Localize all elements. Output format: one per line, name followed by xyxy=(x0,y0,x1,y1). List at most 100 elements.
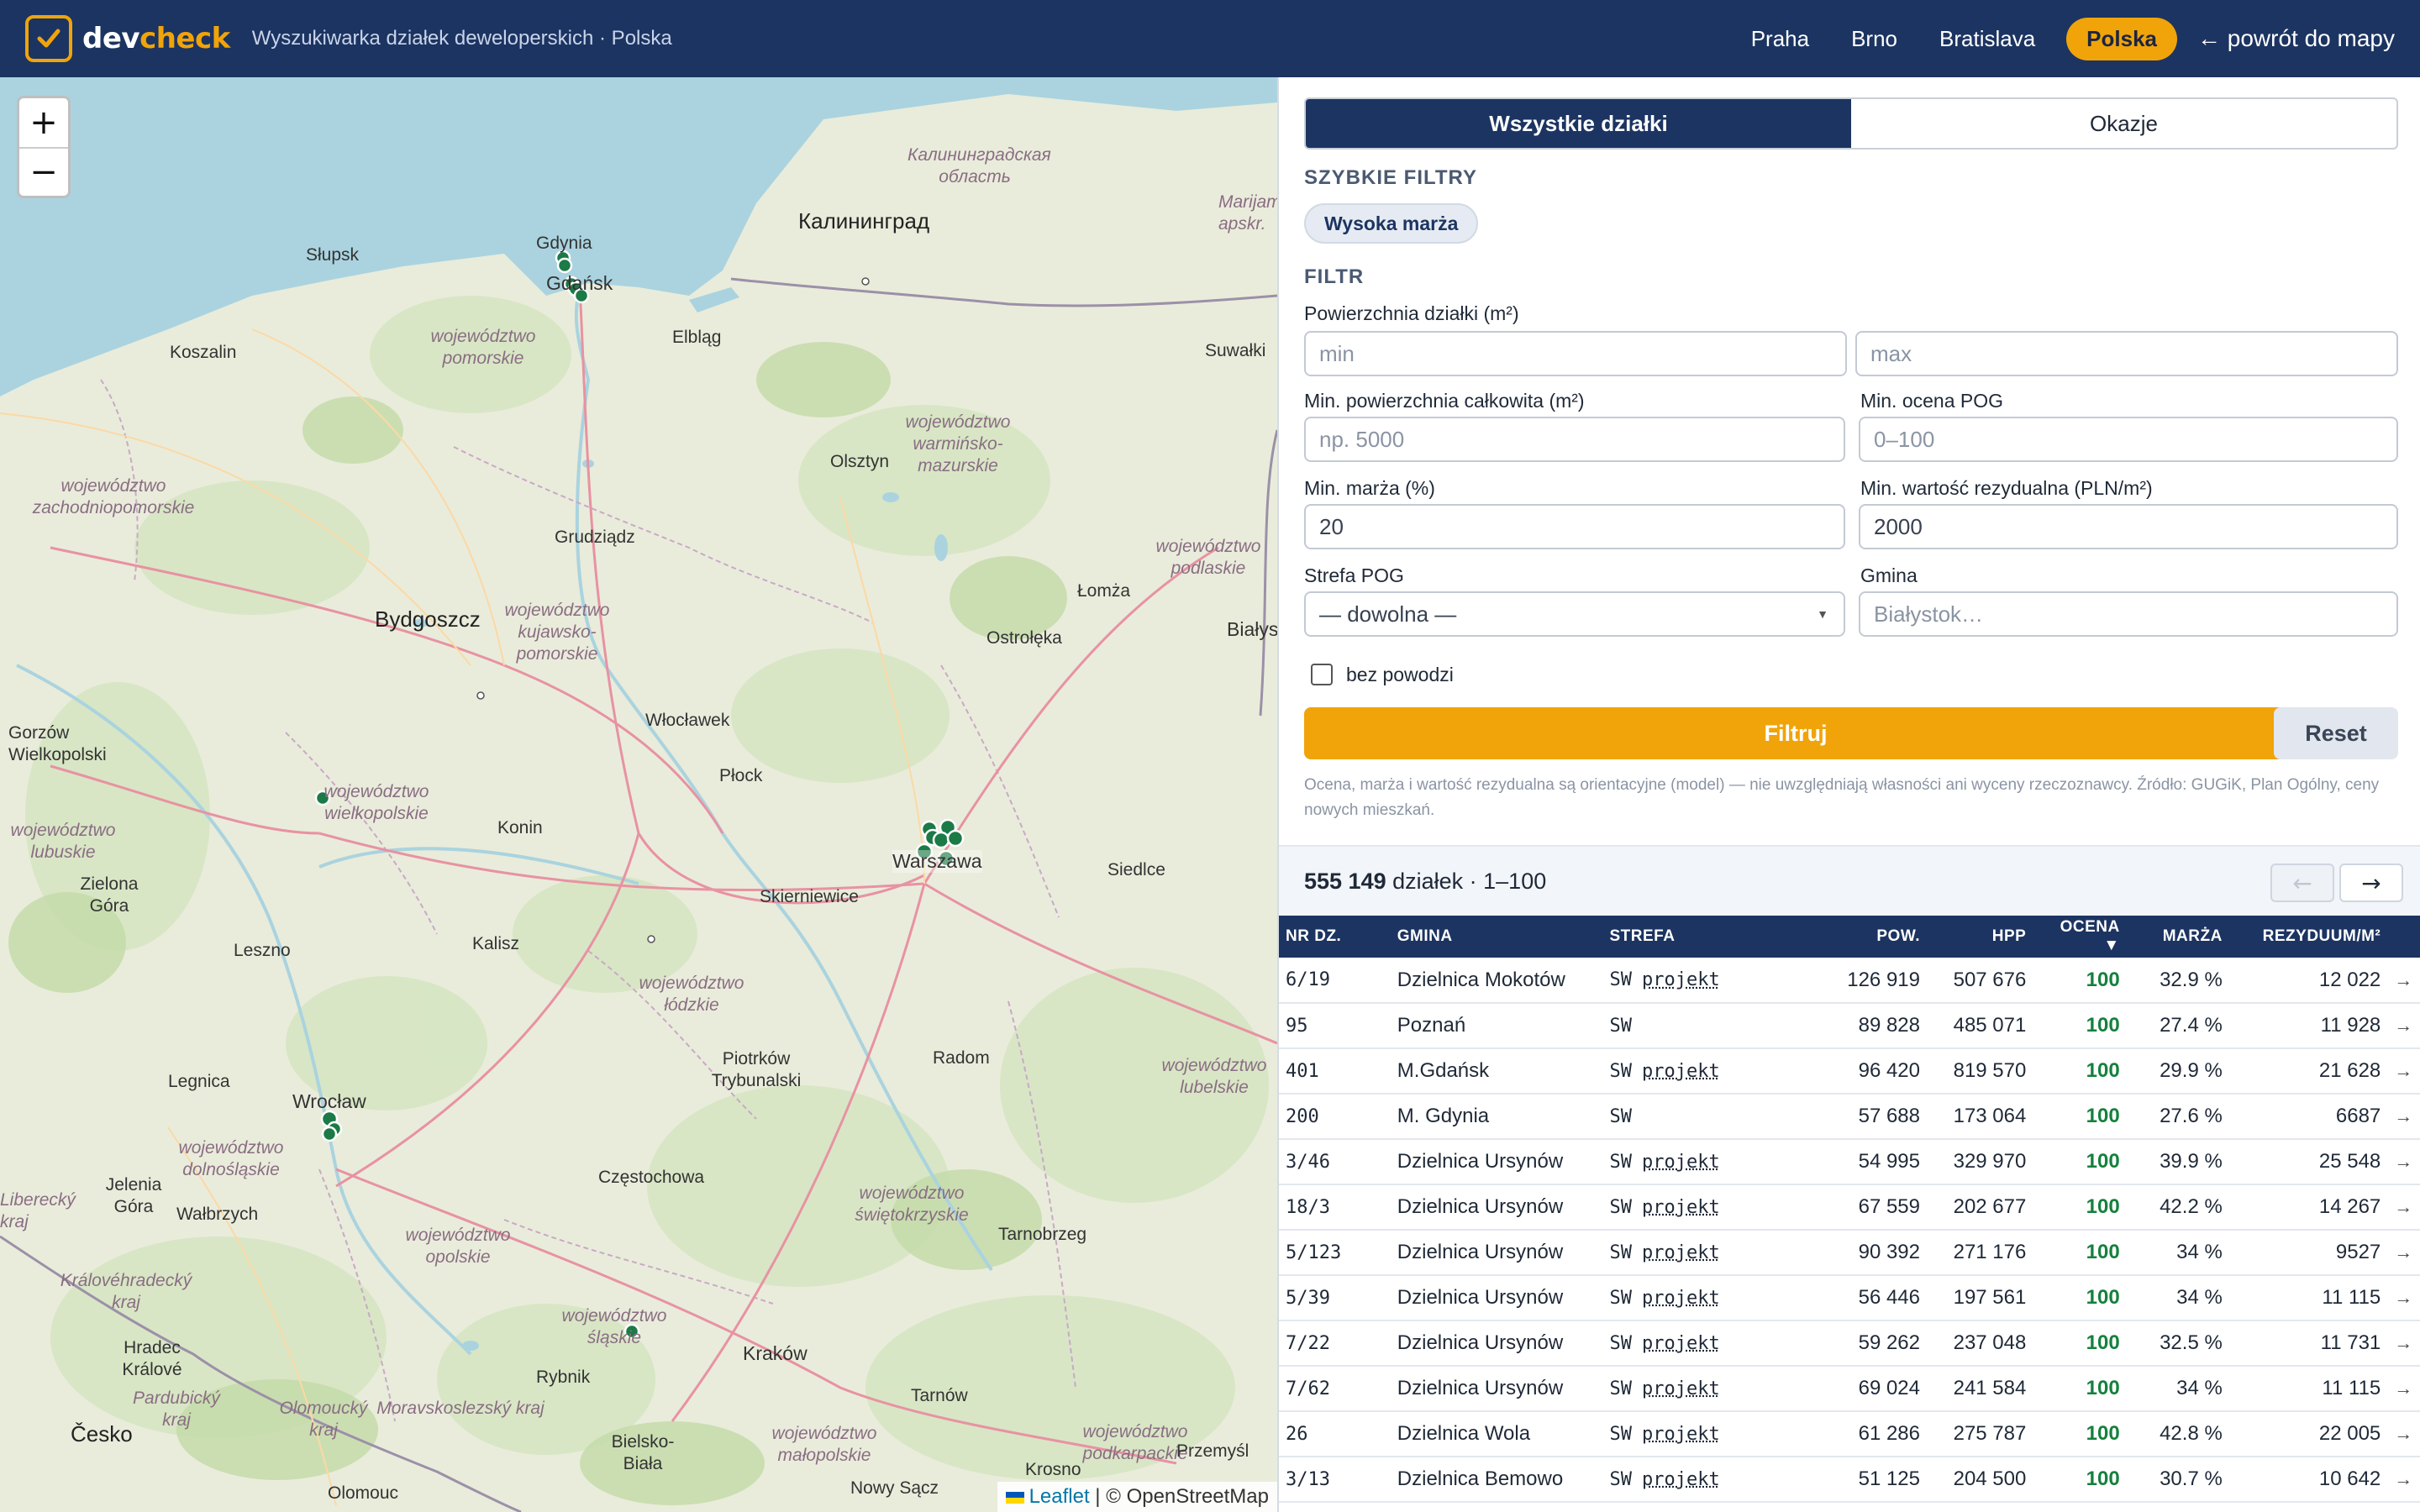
zoom-out-button[interactable]: − xyxy=(19,147,68,196)
map-label: Jelenia Góra xyxy=(105,1175,162,1216)
row-arrow-icon[interactable]: → xyxy=(2387,1457,2420,1502)
row-arrow-icon[interactable]: → xyxy=(2387,1003,2420,1048)
col-header-rezyduum[interactable]: REZYDUUM/M² xyxy=(2229,916,2387,958)
map-label: Pardubický kraj xyxy=(133,1389,220,1430)
map-label: Wrocław xyxy=(292,1090,366,1112)
table-row[interactable]: 7/62 Dzielnica Ursynów SW projekt 69 024 241 … xyxy=(1279,1366,2420,1411)
table-row[interactable]: 6/19 Dzielnica Mokotów SW projekt 126 919 507… xyxy=(1279,958,2420,1003)
col-header-ocena[interactable]: OCENA ▼ xyxy=(2033,916,2126,958)
cell-rezyduum: 11 928 xyxy=(2320,1014,2381,1037)
zone-code: SW xyxy=(1609,1060,1633,1082)
logo-dev: dev xyxy=(82,22,140,55)
cell-strefa: SW projekt xyxy=(1603,1457,1783,1502)
nav-brno[interactable]: Brno xyxy=(1851,26,1897,52)
nav-polska[interactable]: Polska xyxy=(2066,17,2177,60)
row-arrow-icon[interactable]: → xyxy=(2387,1048,2420,1094)
cell-nr: 95 xyxy=(1286,1015,1308,1037)
row-arrow-icon[interactable]: → xyxy=(2387,1320,2420,1366)
tab-deals[interactable]: Okazje xyxy=(1851,99,2396,148)
results-table: NR DZ. GMINA STREFA POW. HPP OCENA ▼ MAR… xyxy=(1279,916,2420,1503)
cell-marza: 27.6 % xyxy=(2160,1105,2223,1127)
table-row[interactable]: 26 Dzielnica Wola SW projekt 61 286 275 787 10… xyxy=(1279,1411,2420,1457)
cell-rezyduum: 11 115 xyxy=(2322,1286,2381,1309)
area-min-input[interactable]: min xyxy=(1304,331,1847,376)
row-arrow-icon[interactable]: → xyxy=(2387,1230,2420,1275)
prev-page-button[interactable]: ← xyxy=(2270,864,2334,902)
reset-button[interactable]: Reset xyxy=(2274,707,2398,759)
residual-label: Min. wartość rezydualna (PLN/m²) xyxy=(1860,477,2153,499)
map-label: Kraków xyxy=(743,1342,808,1364)
total-area-input[interactable]: np. 5000 xyxy=(1304,417,1845,462)
panel-tabs: Wszystkie działki Okazje xyxy=(1304,97,2398,150)
table-row[interactable]: 200 M. Gdynia SW 57 688 173 064 100 27.6 % 6687… xyxy=(1279,1094,2420,1139)
margin-input[interactable]: 20 xyxy=(1304,504,1845,549)
cell-gmina: Dzielnica Mokotów xyxy=(1397,968,1565,991)
map-label: Radom xyxy=(933,1048,990,1068)
table-row[interactable]: 3/46 Dzielnica Ursynów SW projekt 54 995 329 … xyxy=(1279,1139,2420,1184)
cell-nr: 200 xyxy=(1286,1105,1319,1127)
col-header-nr[interactable]: NR DZ. xyxy=(1279,916,1391,958)
logo-check: check xyxy=(139,22,230,55)
map[interactable]: + − Калининградская область Калининград … xyxy=(0,77,1277,1512)
cell-hpp: 202 677 xyxy=(1953,1195,2027,1218)
map-label: Białystok xyxy=(1227,618,1277,640)
table-row[interactable]: 18/3 Dzielnica Ursynów SW projekt 67 559 202 … xyxy=(1279,1184,2420,1230)
country-nav: Praha Brno Bratislava Polska ← powrót do… xyxy=(1730,0,2420,77)
zoom-in-button[interactable]: + xyxy=(19,98,68,147)
project-badge: projekt xyxy=(1642,1378,1720,1399)
cell-marza: 42.2 % xyxy=(2160,1195,2223,1218)
map-label: województwo lubelskie xyxy=(1161,1056,1267,1097)
row-arrow-icon[interactable]: → xyxy=(2387,1275,2420,1320)
table-row[interactable]: 5/123 Dzielnica Ursynów SW projekt 90 392 271… xyxy=(1279,1230,2420,1275)
col-header-gmina[interactable]: GMINA xyxy=(1391,916,1603,958)
col-header-pow[interactable]: POW. xyxy=(1783,916,1927,958)
row-arrow-icon[interactable]: → xyxy=(2387,1411,2420,1457)
map-label: województwo śląskie xyxy=(561,1306,667,1347)
cell-ocena: 100 xyxy=(2086,1331,2120,1354)
map-label: Bydgoszcz xyxy=(375,606,481,632)
col-header-hpp[interactable]: HPP xyxy=(1927,916,2033,958)
cell-nr: 6/19 xyxy=(1286,969,1330,990)
map-label: Калининградская область xyxy=(908,145,1051,186)
row-arrow-icon[interactable]: → xyxy=(2387,1184,2420,1230)
filter-button[interactable]: Filtruj xyxy=(1304,707,2287,759)
nav-bratislava[interactable]: Bratislava xyxy=(1939,26,2035,52)
cell-gmina: Dzielnica Ursynów xyxy=(1397,1241,1564,1263)
row-arrow-icon[interactable]: → xyxy=(2387,958,2420,1003)
back-to-map-link[interactable]: ← powrót do mapy xyxy=(2197,25,2395,52)
table-row[interactable]: 3/13 Dzielnica Bemowo SW projekt 51 125 204 5… xyxy=(1279,1457,2420,1502)
table-row[interactable]: 95 Poznań SW 89 828 485 071 100 27.4 % 11 928 → xyxy=(1279,1003,2420,1048)
top-header: devcheck Wyszukiwarka działek dewelopers… xyxy=(0,0,2420,77)
row-arrow-icon[interactable]: → xyxy=(2387,1366,2420,1411)
map-label: województwo świętokrzyskie xyxy=(855,1184,969,1225)
table-row[interactable]: 7/22 Dzielnica Ursynów SW projekt 59 262 237 … xyxy=(1279,1320,2420,1366)
row-arrow-icon[interactable]: → xyxy=(2387,1094,2420,1139)
area-max-input[interactable]: max xyxy=(1855,331,2398,376)
tab-all-plots[interactable]: Wszystkie działki xyxy=(1306,99,1851,148)
col-header-marza[interactable]: MARŻA xyxy=(2127,916,2229,958)
leaflet-link[interactable]: Leaflet xyxy=(1029,1485,1090,1508)
cell-hpp: 507 676 xyxy=(1953,968,2027,991)
gmina-input[interactable]: Białystok… xyxy=(1859,591,2398,637)
chevron-down-icon: ▼ xyxy=(1817,607,1828,621)
cell-nr: 5/39 xyxy=(1286,1287,1330,1309)
zone-code: SW xyxy=(1609,1196,1633,1218)
logo[interactable]: devcheck xyxy=(25,15,230,62)
col-header-strefa[interactable]: STREFA xyxy=(1603,916,1783,958)
cell-rezyduum: 25 548 xyxy=(2318,1150,2381,1173)
row-arrow-icon[interactable]: → xyxy=(2387,1139,2420,1184)
nav-praha[interactable]: Praha xyxy=(1751,26,1809,52)
map-label: Liberecký kraj xyxy=(0,1190,76,1231)
table-row[interactable]: 401 M.Gdańsk SW projekt 96 420 819 570 100 29.9… xyxy=(1279,1048,2420,1094)
cell-hpp: 204 500 xyxy=(1953,1467,2027,1490)
zone-select[interactable]: — dowolna — ▼ xyxy=(1304,591,1845,637)
quick-filter-high-margin[interactable]: Wysoka marża xyxy=(1304,203,1479,244)
pog-score-input[interactable]: 0–100 xyxy=(1859,417,2398,462)
next-page-button[interactable]: → xyxy=(2339,864,2403,902)
no-flood-checkbox[interactable] xyxy=(1311,664,1333,685)
margin-label: Min. marża (%) xyxy=(1304,477,1435,499)
map-label: Łomża xyxy=(1077,581,1131,601)
table-row[interactable]: 5/39 Dzielnica Ursynów SW projekt 56 446 197 … xyxy=(1279,1275,2420,1320)
residual-input[interactable]: 2000 xyxy=(1859,504,2398,549)
cell-pow: 90 392 xyxy=(1858,1241,1920,1263)
